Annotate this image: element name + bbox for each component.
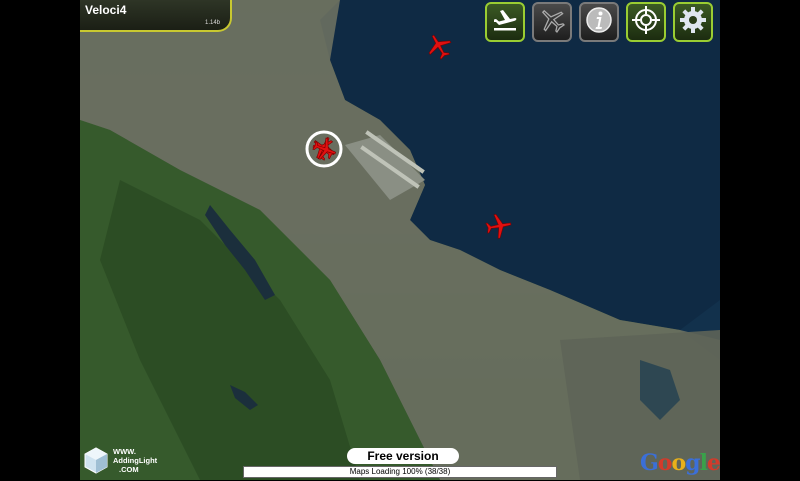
maps-loading-progress: Maps Loading 100% (38/38) <box>243 466 557 478</box>
aircraft-icon[interactable] <box>485 212 513 245</box>
gear-icon <box>678 5 708 40</box>
logo-line: AddingLight <box>113 456 158 465</box>
logo-line: .COM <box>119 465 139 474</box>
info-icon <box>584 5 614 40</box>
logo-text: WWW. AddingLight .COM <box>113 447 157 474</box>
settings-button[interactable] <box>673 2 713 42</box>
google-attribution: Google <box>640 450 721 476</box>
cube-logo-icon <box>84 447 108 474</box>
addinglight-logo[interactable]: WWW. AddingLight .COM <box>83 446 203 478</box>
right-letterbox <box>720 0 800 480</box>
target-icon <box>631 5 661 40</box>
satellite-map[interactable] <box>80 0 720 480</box>
google-letter: o <box>657 450 673 476</box>
aircraft-title-panel[interactable]: Veloci4 1.14b <box>80 0 232 32</box>
app-root: Veloci4 1.14b WWW. AddingLight .COM Free… <box>0 0 800 480</box>
airport-icon <box>490 5 520 40</box>
free-version-badge: Free version <box>347 448 459 464</box>
google-letter: G <box>640 450 659 476</box>
airport-button[interactable] <box>485 2 525 42</box>
maps-loading-label: Maps Loading 100% (38/38) <box>349 467 451 476</box>
google-letter: o <box>671 450 686 476</box>
aircraft-icon[interactable] <box>425 32 453 65</box>
google-letter: e <box>706 450 721 476</box>
selected-aircraft-icon[interactable] <box>304 129 344 174</box>
map-terrain <box>80 0 720 480</box>
plane-button[interactable] <box>532 2 572 42</box>
target-button[interactable] <box>626 2 666 42</box>
app-title: Veloci4 <box>85 3 127 17</box>
info-button[interactable] <box>579 2 619 42</box>
disabled-plane-icon <box>537 5 567 40</box>
google-wordmark: Google <box>640 450 721 476</box>
left-letterbox <box>0 0 80 480</box>
logo-line: WWW. <box>113 447 136 456</box>
version-label: 1.14b <box>204 20 220 26</box>
google-letter: g <box>685 450 700 476</box>
google-letter: l <box>699 450 708 476</box>
